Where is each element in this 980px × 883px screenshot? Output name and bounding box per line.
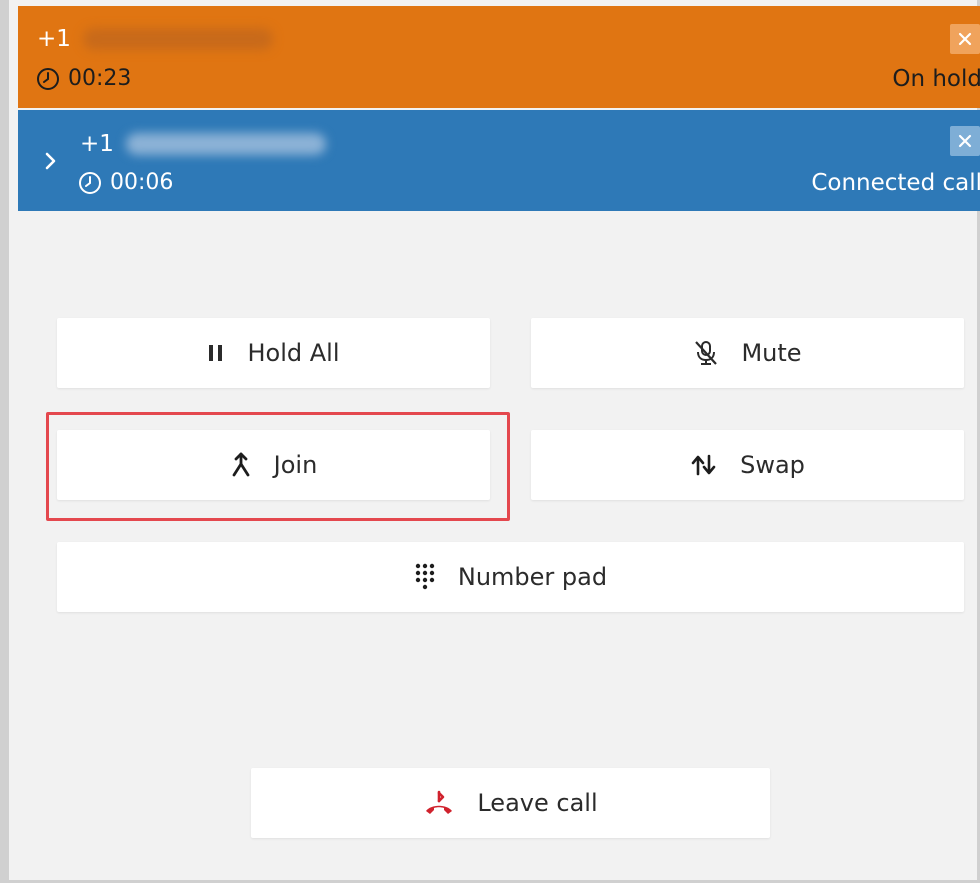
- join-button[interactable]: Join: [57, 430, 490, 500]
- call-status: Connected call: [811, 170, 980, 196]
- redacted-number: [125, 133, 326, 155]
- join-label: Join: [273, 451, 318, 479]
- leave-call-label: Leave call: [477, 789, 598, 817]
- swap-icon: [691, 454, 716, 476]
- clock-icon: [37, 67, 59, 90]
- close-button[interactable]: [950, 24, 980, 54]
- ccp-window: +1 00:23 On hold +1 00:06 Connected call…: [0, 0, 980, 883]
- call-timer-value: 00:06: [110, 170, 174, 195]
- close-icon: [958, 134, 972, 148]
- pause-icon: [209, 345, 223, 361]
- hold-all-button[interactable]: Hold All: [57, 318, 490, 388]
- chevron-right-icon[interactable]: [42, 148, 60, 174]
- mute-button[interactable]: Mute: [531, 318, 964, 388]
- close-icon: [958, 32, 972, 46]
- swap-button[interactable]: Swap: [531, 430, 964, 500]
- mute-label: Mute: [741, 339, 802, 367]
- number-pad-button[interactable]: Number pad: [57, 542, 964, 612]
- call-status: On hold: [892, 66, 980, 92]
- leave-call-icon: [426, 790, 453, 814]
- swap-label: Swap: [740, 451, 805, 479]
- merge-icon: [232, 452, 250, 477]
- redacted-number: [82, 28, 273, 50]
- caller-number: +1: [37, 26, 273, 52]
- on-hold-call-row[interactable]: +1 00:23 On hold: [18, 6, 980, 108]
- dialpad-icon: [415, 563, 435, 590]
- call-timer: 00:23: [36, 66, 131, 91]
- close-button[interactable]: [950, 126, 980, 156]
- call-timer: 00:06: [78, 170, 173, 195]
- clock-icon: [79, 171, 101, 194]
- leave-call-button[interactable]: Leave call: [251, 768, 770, 838]
- caller-number: +1: [80, 131, 326, 157]
- number-pad-label: Number pad: [457, 563, 608, 591]
- call-timer-value: 00:23: [68, 66, 132, 91]
- caller-number-prefix: +1: [37, 26, 71, 52]
- connected-call-row[interactable]: +1 00:06 Connected call: [18, 110, 980, 211]
- caller-number-prefix: +1: [80, 131, 114, 157]
- hold-all-label: Hold All: [247, 339, 340, 367]
- microphone-muted-icon: [695, 341, 718, 365]
